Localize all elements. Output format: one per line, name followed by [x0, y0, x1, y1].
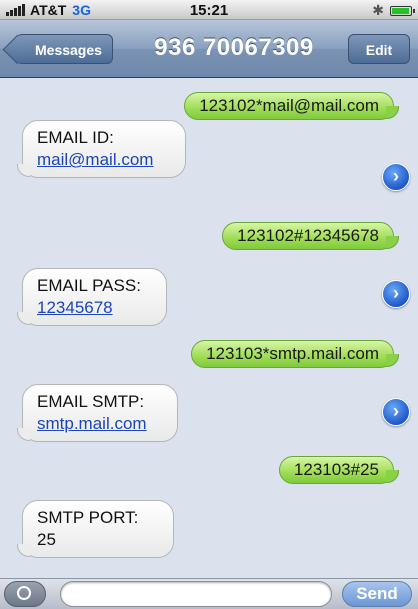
compose-bar: Send	[0, 578, 418, 609]
received-message[interactable]: EMAIL SMTP: smtp.mail.com	[17, 384, 178, 442]
message-label: EMAIL PASS:	[37, 276, 141, 295]
message-label: SMTP PORT:	[37, 508, 139, 527]
camera-button[interactable]	[4, 581, 46, 607]
messages-back-button[interactable]: Messages	[16, 34, 113, 64]
status-time: 15:21	[189, 2, 229, 19]
received-message[interactable]: EMAIL ID: mail@mail.com	[17, 120, 186, 178]
detail-arrow-icon[interactable]: ›	[382, 163, 410, 191]
message-label: EMAIL ID:	[37, 128, 114, 147]
battery-icon	[390, 5, 415, 16]
navigation-bar: Messages 936 70067309 Edit	[0, 20, 418, 78]
message-link[interactable]: 12345678	[37, 297, 152, 319]
sent-message[interactable]: 123103#25	[278, 456, 400, 484]
conversation-title: 936 70067309	[154, 34, 314, 61]
message-label: EMAIL SMTP:	[37, 392, 145, 411]
message-value: 25	[37, 530, 56, 549]
status-bar: AT&T 3G 15:21 ✱	[0, 0, 418, 20]
detail-arrow-icon[interactable]: ›	[382, 280, 410, 308]
bluetooth-icon: ✱	[372, 2, 384, 18]
sent-message[interactable]: 123102#12345678	[222, 222, 399, 250]
camera-icon	[17, 586, 31, 600]
edit-button[interactable]: Edit	[348, 34, 410, 64]
received-message[interactable]: SMTP PORT: 25	[17, 500, 174, 558]
back-button-label: Messages	[35, 42, 102, 58]
detail-arrow-icon[interactable]: ›	[382, 398, 410, 426]
sent-message[interactable]: 123102*mail@mail.com	[184, 92, 399, 120]
send-button[interactable]: Send	[342, 581, 412, 607]
message-link[interactable]: smtp.mail.com	[37, 413, 163, 435]
message-link[interactable]: mail@mail.com	[37, 149, 171, 171]
status-icons: ✱	[372, 2, 415, 19]
sent-message[interactable]: 123103*smtp.mail.com	[191, 340, 399, 368]
message-input[interactable]	[60, 581, 332, 607]
received-message[interactable]: EMAIL PASS: 12345678	[17, 268, 167, 326]
